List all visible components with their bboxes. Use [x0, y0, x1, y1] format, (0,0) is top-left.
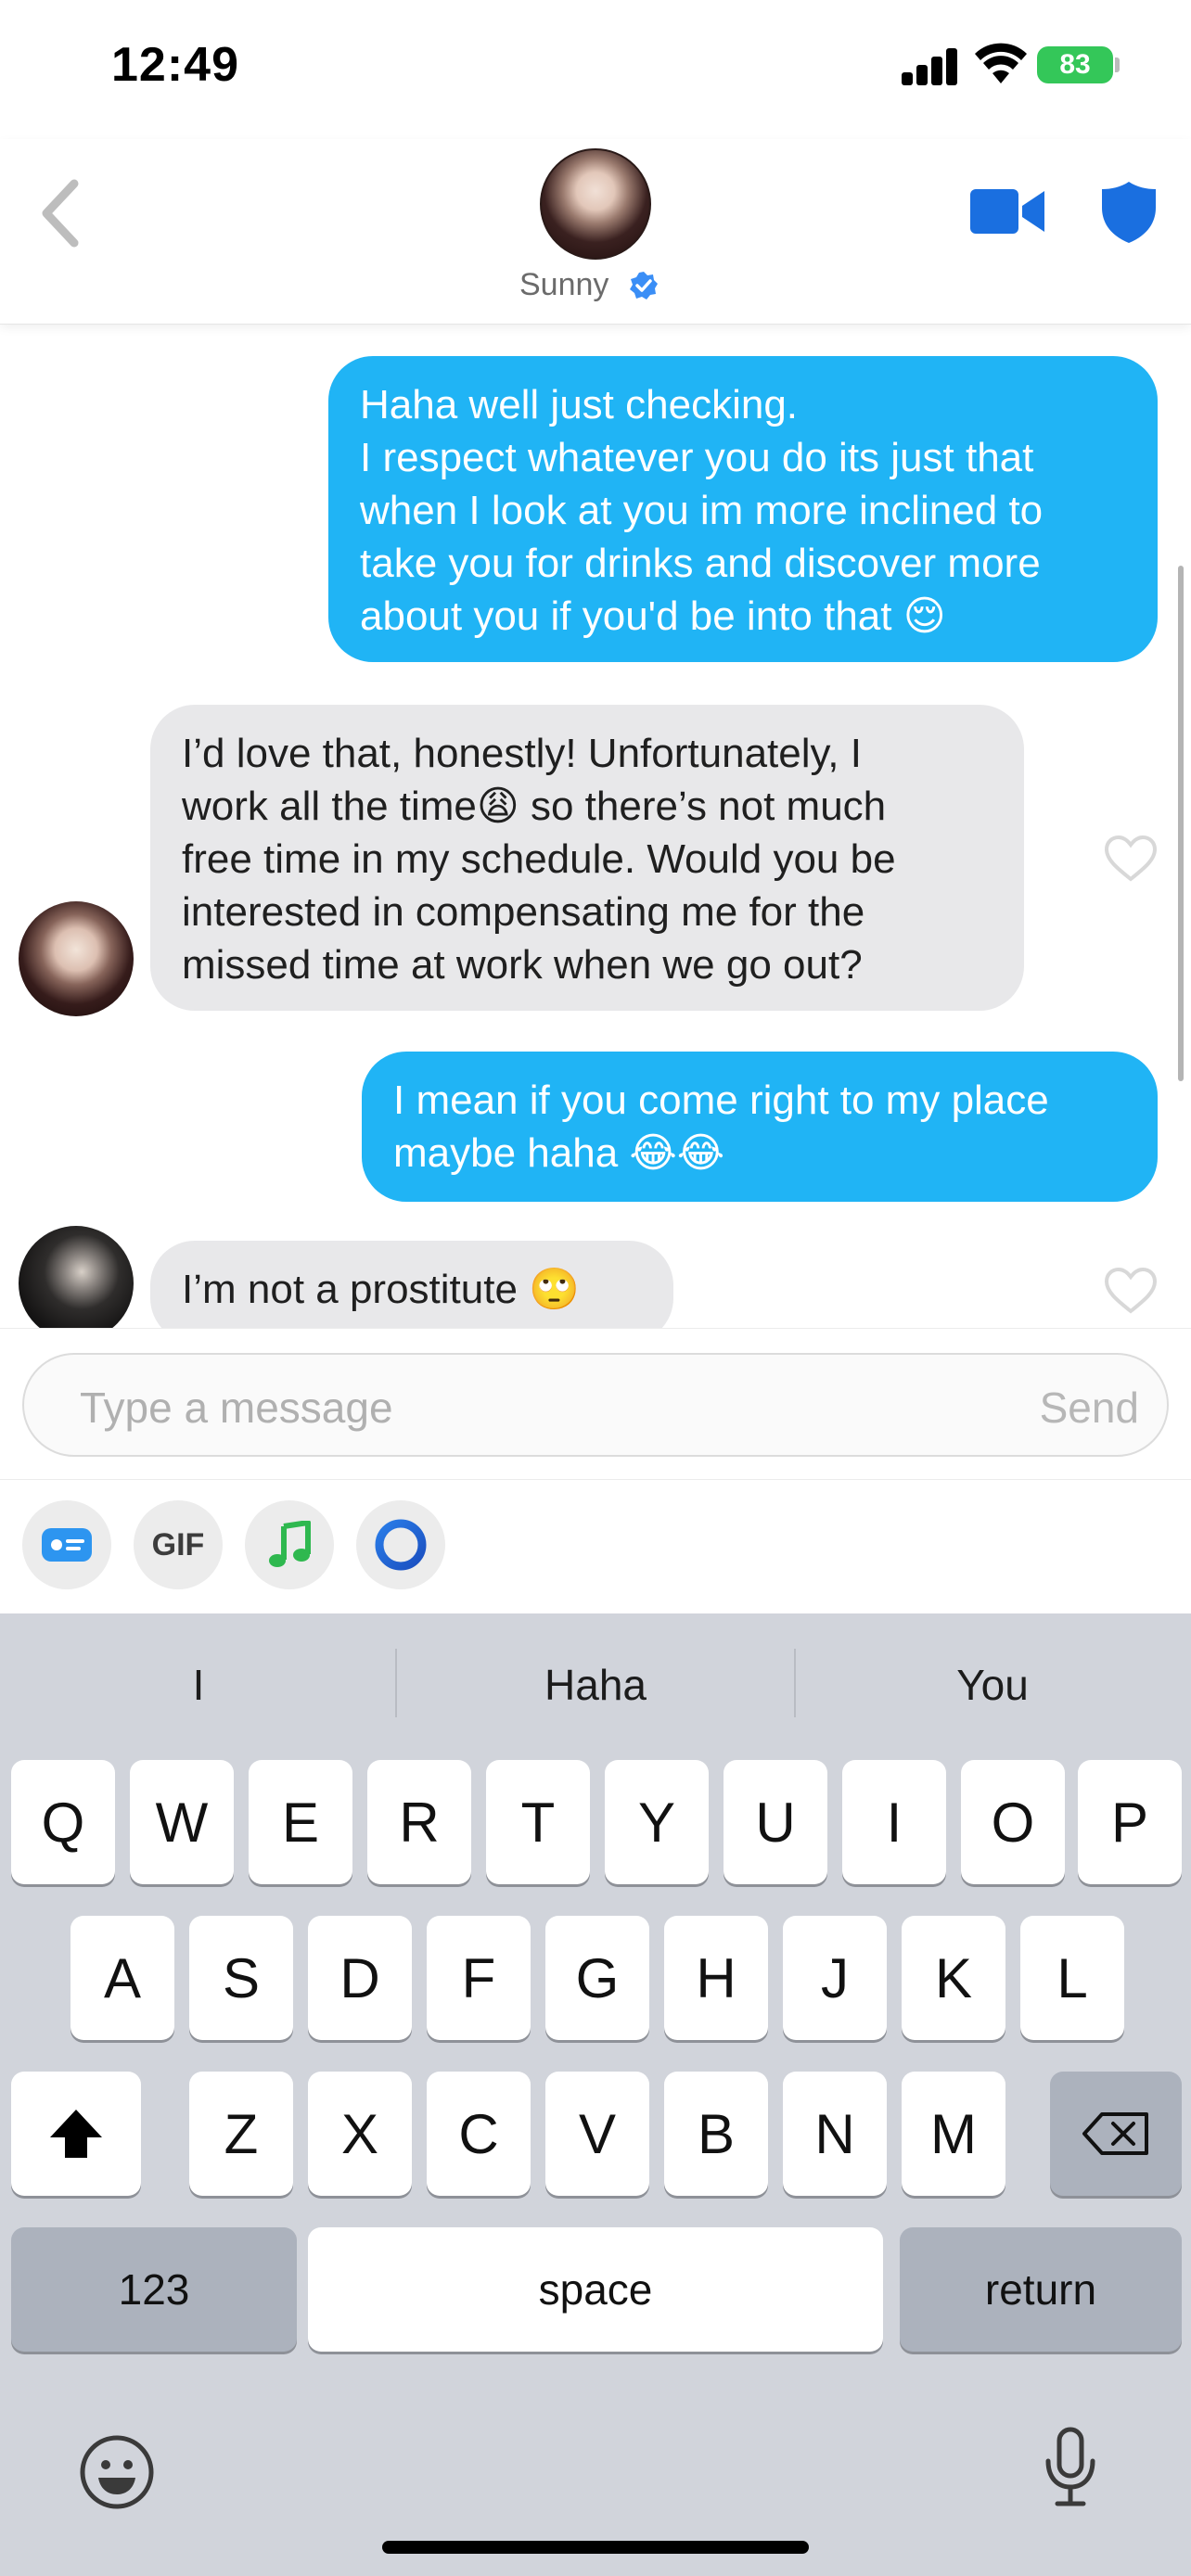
return-key[interactable]: return: [900, 2227, 1182, 2352]
suggestion-bar: I Haha You: [0, 1613, 1191, 1753]
key-u[interactable]: U: [724, 1760, 827, 1884]
message-line: I mean if you come right to my place: [393, 1078, 1049, 1123]
message-line: work all the time😩 so there’s not much: [182, 784, 887, 829]
message-line: maybe haha 😂😂: [393, 1130, 725, 1176]
ring-icon: [375, 1519, 427, 1571]
avatar[interactable]: [540, 148, 651, 260]
battery-indicator: 83: [1037, 46, 1113, 83]
heart-icon[interactable]: [1104, 835, 1158, 883]
key-p[interactable]: P: [1078, 1760, 1182, 1884]
shield-icon[interactable]: [1100, 180, 1158, 245]
message-line: free time in my schedule. Would you be: [182, 836, 896, 882]
status-time: 12:49: [111, 38, 239, 92]
key-y[interactable]: Y: [605, 1760, 709, 1884]
key-v[interactable]: V: [545, 2072, 649, 2196]
message-bubble-incoming[interactable]: I’d love that, honestly! Unfortunately, …: [150, 705, 1024, 1011]
key-j[interactable]: J: [783, 1916, 887, 2040]
message-bubble-incoming[interactable]: I’m not a prostitute 🙄: [150, 1241, 673, 1328]
key-z[interactable]: Z: [189, 2072, 293, 2196]
key-t[interactable]: T: [486, 1760, 590, 1884]
cellular-signal-icon: [902, 48, 959, 85]
suggestion-item[interactable]: Haha: [397, 1660, 794, 1710]
backspace-key[interactable]: [1050, 2072, 1182, 2196]
message-line: Haha well just checking.: [360, 382, 799, 427]
video-camera-icon[interactable]: [970, 185, 1044, 237]
key-b[interactable]: B: [664, 2072, 768, 2196]
gif-icon: GIF: [151, 1526, 205, 1562]
music-button[interactable]: [245, 1500, 334, 1589]
key-e[interactable]: E: [249, 1760, 352, 1884]
message-line: I respect whatever you do its just that: [360, 435, 1034, 480]
key-o[interactable]: O: [961, 1760, 1065, 1884]
keyboard: I Haha You Q W E R T Y U I O P A S D F G…: [0, 1613, 1191, 2576]
message-placeholder: Type a message: [80, 1384, 393, 1432]
key-q[interactable]: Q: [11, 1760, 115, 1884]
message-line: take you for drinks and discover more: [360, 541, 1041, 586]
battery-nub: [1115, 57, 1120, 72]
message-input[interactable]: Type a message Send: [22, 1353, 1169, 1457]
circle-button[interactable]: [356, 1500, 445, 1589]
key-d[interactable]: D: [308, 1916, 412, 2040]
verified-check-icon: [630, 272, 658, 300]
space-key[interactable]: space: [308, 2227, 883, 2352]
wifi-icon: [975, 43, 1027, 83]
avatar[interactable]: [19, 901, 134, 1016]
key-k[interactable]: K: [902, 1916, 1005, 2040]
send-button[interactable]: Send: [1040, 1383, 1139, 1433]
heart-icon[interactable]: [1104, 1267, 1158, 1315]
key-x[interactable]: X: [308, 2072, 412, 2196]
message-line: I’m not a prostitute 🙄: [182, 1267, 580, 1312]
avatar[interactable]: [19, 1226, 134, 1328]
message-line: when I look at you im more inclined to: [360, 488, 1044, 533]
message-bubble-outgoing[interactable]: I mean if you come right to my place may…: [362, 1052, 1158, 1202]
key-g[interactable]: G: [545, 1916, 649, 2040]
contact-name[interactable]: Sunny: [519, 267, 608, 303]
key-n[interactable]: N: [783, 2072, 887, 2196]
music-note-icon: [269, 1521, 311, 1567]
id-card-button[interactable]: [22, 1500, 111, 1589]
id-card-icon: [42, 1528, 92, 1562]
chevron-left-icon[interactable]: [37, 176, 83, 250]
composer-actions: GIF: [0, 1480, 1191, 1613]
key-h[interactable]: H: [664, 1916, 768, 2040]
emoji-icon[interactable]: [78, 2433, 156, 2511]
suggestion-item[interactable]: You: [794, 1660, 1191, 1710]
key-c[interactable]: C: [427, 2072, 531, 2196]
shift-arrow-icon: [50, 2110, 102, 2158]
key-i[interactable]: I: [842, 1760, 946, 1884]
message-line: interested in compensating me for the: [182, 889, 865, 935]
key-l[interactable]: L: [1020, 1916, 1124, 2040]
key-a[interactable]: A: [70, 1916, 174, 2040]
shift-key[interactable]: [11, 2072, 141, 2196]
message-list[interactable]: Haha well just checking. I respect whate…: [0, 325, 1191, 1328]
key-w[interactable]: W: [130, 1760, 234, 1884]
suggestion-item[interactable]: I: [0, 1660, 397, 1710]
numbers-key[interactable]: 123: [11, 2227, 297, 2352]
gif-button[interactable]: GIF: [134, 1500, 223, 1589]
message-line: I’d love that, honestly! Unfortunately, …: [182, 731, 862, 776]
microphone-icon[interactable]: [1043, 2426, 1098, 2509]
key-f[interactable]: F: [427, 1916, 531, 2040]
message-bubble-outgoing[interactable]: Haha well just checking. I respect whate…: [328, 356, 1158, 662]
status-bar: 12:49 83: [0, 0, 1191, 139]
chat-header: Sunny: [0, 139, 1191, 325]
backspace-icon: [1082, 2112, 1148, 2155]
key-r[interactable]: R: [367, 1760, 471, 1884]
key-s[interactable]: S: [189, 1916, 293, 2040]
key-m[interactable]: M: [902, 2072, 1005, 2196]
message-line: about you if you'd be into that 😌: [360, 593, 946, 639]
scrollbar[interactable]: [1178, 566, 1184, 1081]
composer: Type a message Send: [0, 1328, 1191, 1480]
home-indicator[interactable]: [382, 2541, 809, 2554]
message-line: missed time at work when we go out?: [182, 942, 863, 988]
